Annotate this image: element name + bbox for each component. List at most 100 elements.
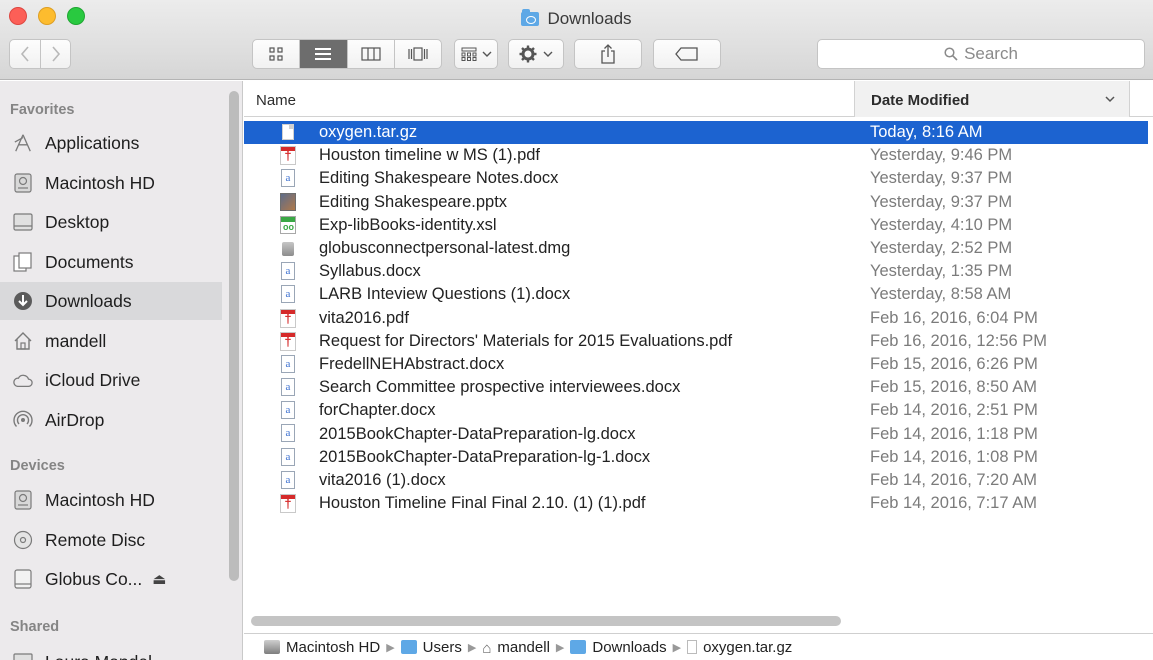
file-icon [687,640,698,654]
sidebar-item-laura-mandel[interactable]: Laura Mandel [0,643,222,660]
forward-button[interactable] [40,40,70,68]
sidebar-item-label: Downloads [45,290,132,311]
breadcrumb-item[interactable]: Downloads [570,638,667,656]
eject-icon[interactable]: ⏏ [152,570,166,588]
sidebar-item-label: Macintosh HD [45,172,155,193]
column-header-name[interactable]: Name [256,92,296,109]
horizontal-scrollbar[interactable] [251,616,841,626]
search-field[interactable]: Search [817,39,1145,69]
sidebar-item-remote-disc[interactable]: Remote Disc [0,521,222,559]
computer-icon [13,652,33,660]
harddrive-icon [13,490,33,510]
column-view-icon [361,47,381,61]
tag-button[interactable] [653,39,721,69]
arrange-button[interactable] [454,39,498,69]
sidebar-item-downloads[interactable]: Downloads [0,282,222,320]
sidebar-scrollbar[interactable] [229,91,239,581]
cover-flow-button[interactable] [393,40,441,68]
file-row[interactable]: † Houston Timeline Final Final 2.10. (1) … [244,492,1153,515]
pdf-file-icon: † [278,145,298,166]
file-name: Syllabus.docx [319,262,421,281]
file-name: oxygen.tar.gz [319,123,418,142]
file-row[interactable]: a LARB Inteview Questions (1).docx Yesterd… [244,283,1153,306]
sidebar-item-desktop[interactable]: Desktop [0,203,222,241]
chevron-down-icon [543,51,553,57]
sidebar-item-label: Desktop [45,211,110,232]
share-button[interactable] [574,39,642,69]
sidebar-item-applications[interactable]: Applications [0,124,222,162]
file-row[interactable]: a FredellNEHAbstract.docx Feb 15, 2016, 6:… [244,353,1153,376]
icon-view-button[interactable] [253,40,299,68]
breadcrumb-label: Downloads [592,638,667,656]
action-button[interactable] [508,39,564,69]
file-row[interactable]: Editing Shakespeare.pptx Yesterday, 9:37 … [244,191,1153,214]
docx-file-icon: a [278,470,298,491]
list-view-button[interactable] [299,40,347,68]
file-date-modified: Today, 8:16 AM [870,123,983,142]
sidebar-item-macintosh-hd[interactable]: Macintosh HD [0,164,222,202]
view-mode-segmented [252,39,442,69]
file-name: 2015BookChapter-DataPreparation-lg-1.doc… [319,447,651,466]
sidebar-heading-favorites: Favorites [10,102,75,118]
sidebar-item-airdrop[interactable]: AirDrop [0,401,222,439]
file-row[interactable]: † Request for Directors' Materials for 20… [244,330,1153,353]
file-row[interactable]: globusconnectpersonal-latest.dmg Yesterda… [244,237,1153,260]
harddrive-icon [13,173,33,193]
dmg-file-icon [278,238,298,259]
path-bar: Macintosh HD ▶ Users ▶ ⌂ mandell ▶ Downloads ▶ ox… [244,633,1153,660]
sidebar-item-icloud-drive[interactable]: iCloud Drive [0,361,222,399]
sidebar-heading-devices: Devices [10,458,65,474]
docx-file-icon: a [278,447,298,468]
file-name: vita2016.pdf [319,308,409,327]
disc-icon [13,530,33,550]
sidebar-item-label: mandell [45,330,107,351]
window-toolbar: Downloads Search [0,0,1153,80]
sidebar: Favorites Applications Macintosh HD Desk… [0,81,243,660]
sidebar-item-documents[interactable]: Documents [0,243,222,281]
docx-file-icon: a [278,377,298,398]
column-header-date-modified[interactable]: Date Modified [855,81,1130,117]
docx-file-icon: a [278,400,298,421]
file-date-modified: Feb 14, 2016, 7:17 AM [870,494,1037,513]
file-row[interactable]: † vita2016.pdf Feb 16, 2016, 6:04 PM [244,307,1153,330]
sidebar-item-globus[interactable]: Globus Co... ⏏ [0,560,222,598]
file-row[interactable]: a Search Committee prospective interviewe… [244,376,1153,399]
drive-icon [13,569,33,589]
file-row[interactable]: a Syllabus.docx Yesterday, 1:35 PM [244,260,1153,283]
xsl-file-icon [278,215,298,236]
file-row[interactable]: † Houston timeline w MS (1).pdf Yesterday,… [244,144,1153,167]
home-icon: ⌂ [482,640,492,657]
back-button[interactable] [10,40,40,68]
file-row[interactable]: Exp-libBooks-identity.xsl Yesterday, 4:10… [244,214,1153,237]
file-row[interactable]: a 2015BookChapter-DataPreparation-lg.docx… [244,422,1153,445]
file-row[interactable]: oxygen.tar.gz Today, 8:16 AM [244,121,1148,145]
sidebar-item-label: Laura Mandel [45,652,152,660]
file-row[interactable]: a vita2016 (1).docx Feb 14, 2016, 7:20 AM [244,469,1153,492]
sidebar-item-label: Remote Disc [45,529,146,550]
file-row[interactable]: a forChapter.docx Feb 14, 2016, 2:51 PM [244,399,1153,422]
file-date-modified: Yesterday, 8:58 AM [870,285,1012,304]
breadcrumb-item[interactable]: oxygen.tar.gz [687,639,792,656]
file-row[interactable]: a Editing Shakespeare Notes.docx Yesterday… [244,167,1153,190]
applications-icon [13,133,33,153]
file-name: FredellNEHAbstract.docx [319,354,505,373]
breadcrumb-item[interactable]: Macintosh HD [264,639,380,656]
file-date-modified: Yesterday, 9:37 PM [870,169,1013,188]
file-row[interactable]: a 2015BookChapter-DataPreparation-lg-1.do… [244,446,1153,469]
pdf-file-icon: † [278,331,298,352]
breadcrumb-label: mandell [497,638,550,656]
breadcrumb-item[interactable]: Users [400,639,462,656]
arrange-grid-icon [461,47,476,61]
breadcrumb-item[interactable]: ⌂ mandell [482,638,550,658]
pptx-file-icon [278,192,298,213]
file-date-modified: Feb 16, 2016, 6:04 PM [870,308,1038,327]
back-forward-buttons [9,39,71,69]
sidebar-item-mandell[interactable]: mandell [0,322,222,360]
file-date-modified: Yesterday, 2:52 PM [870,239,1013,258]
column-view-button[interactable] [346,40,394,68]
share-icon [601,44,615,64]
sidebar-item-macintosh-hd-device[interactable]: Macintosh HD [0,481,222,519]
chevron-down-icon [482,51,491,57]
sidebar-heading-shared: Shared [10,619,60,635]
breadcrumb-separator-icon: ▶ [386,641,395,654]
